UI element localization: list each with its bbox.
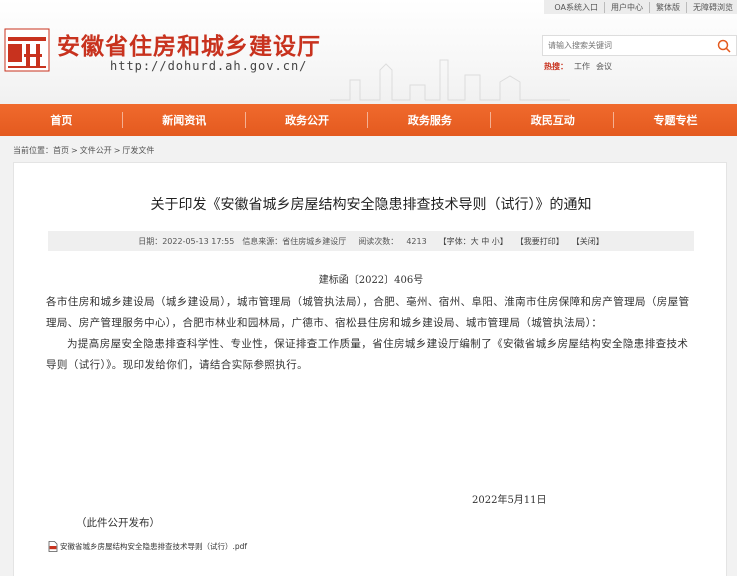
meta-source: 信息来源：省住房城乡建设厅 bbox=[242, 236, 347, 246]
font-size-control[interactable]: 【字体：大 中 小】 bbox=[439, 236, 508, 247]
issue-date: 2022年5月11日 bbox=[472, 495, 547, 506]
top-links: OA系统入口 用户中心 繁体版 无障碍浏览 bbox=[544, 0, 737, 14]
article-title: 关于印发《安徽省城乡房屋结构安全隐患排查技术导则（试行）》的通知 bbox=[150, 197, 592, 213]
close-button[interactable]: 【关闭】 bbox=[572, 236, 604, 247]
hot-search-item[interactable]: 工作 bbox=[574, 62, 590, 71]
attachment-name[interactable]: 安徽省城乡房屋结构安全隐患排查技术导则（试行）.pdf bbox=[60, 541, 247, 552]
article-panel: 关于印发《安徽省城乡房屋结构安全隐患排查技术导则（试行）》的通知 日期：2022… bbox=[13, 162, 727, 576]
user-center-link[interactable]: 用户中心 bbox=[605, 1, 650, 13]
attachment-link[interactable]: 安徽省城乡房屋结构安全隐患排查技术导则（试行）.pdf bbox=[48, 541, 247, 552]
document-number: 建标函〔2022〕406号 bbox=[318, 275, 424, 286]
site-url: http://dohurd.ah.gov.cn/ bbox=[110, 59, 308, 73]
article-body: 各市住房和城乡建设局（城乡建设局），城市管理局（城管执法局），合肥、亳州、宿州、… bbox=[46, 292, 698, 376]
breadcrumb-separator: > bbox=[71, 146, 78, 155]
nav-news[interactable]: 新闻资讯 bbox=[123, 104, 246, 136]
breadcrumb: 当前位置：首页 > 文件公开 > 厅发文件 bbox=[13, 145, 154, 156]
site-title[interactable]: 安徽省住房和城乡建设厅 bbox=[57, 27, 321, 61]
hot-search-label: 热搜： bbox=[544, 62, 568, 71]
search-icon[interactable] bbox=[717, 39, 731, 53]
article-meta: 日期：2022-05-13 17:55 信息来源：省住房城乡建设厅 阅读次数： 4… bbox=[48, 231, 694, 251]
nav-home[interactable]: 首页 bbox=[0, 104, 123, 136]
breadcrumb-department-files[interactable]: 厅发文件 bbox=[122, 146, 154, 155]
meta-views: 阅读次数： 4213 bbox=[354, 236, 430, 247]
print-button[interactable]: 【我要打印】 bbox=[516, 236, 564, 247]
breadcrumb-prefix: 当前位置： bbox=[13, 146, 53, 155]
breadcrumb-home[interactable]: 首页 bbox=[53, 146, 69, 155]
accessibility-link[interactable]: 无障碍浏览 bbox=[687, 2, 733, 13]
body-paragraph: 为提高房屋安全隐患排查科学性、专业性，保证排查工作质量，省住房城乡建设厅编制了《… bbox=[46, 338, 689, 371]
nav-government-services[interactable]: 政务服务 bbox=[368, 104, 492, 136]
traditional-chinese-link[interactable]: 繁体版 bbox=[650, 1, 687, 13]
site-logo[interactable] bbox=[4, 28, 50, 72]
search-input[interactable] bbox=[543, 41, 711, 50]
pdf-file-icon bbox=[48, 541, 58, 552]
site-header: 安徽省住房和城乡建设厅 http://dohurd.ah.gov.cn/ 热搜：… bbox=[0, 0, 737, 104]
recipients-paragraph: 各市住房和城乡建设局（城乡建设局），城市管理局（城管执法局），合肥、亳州、宿州、… bbox=[46, 296, 690, 329]
main-nav: 首页 新闻资讯 政务公开 政务服务 政民互动 专题专栏 bbox=[0, 104, 737, 136]
hot-search-item[interactable]: 会议 bbox=[596, 62, 612, 71]
skyline-decoration bbox=[330, 59, 570, 101]
oa-link[interactable]: OA系统入口 bbox=[548, 1, 605, 13]
meta-views-label: 阅读次数： bbox=[358, 236, 399, 246]
breadcrumb-files[interactable]: 文件公开 bbox=[80, 146, 112, 155]
nav-special-topics[interactable]: 专题专栏 bbox=[614, 104, 737, 136]
publish-note: （此件公开发布） bbox=[76, 517, 160, 529]
hot-search: 热搜： 工作 会议 bbox=[544, 61, 612, 72]
nav-interaction[interactable]: 政民互动 bbox=[491, 104, 614, 136]
meta-views-count: 4213 bbox=[406, 236, 427, 246]
meta-date: 日期：2022-05-13 17:55 bbox=[138, 236, 235, 246]
nav-government-affairs[interactable]: 政务公开 bbox=[246, 104, 369, 136]
search-box bbox=[542, 35, 737, 56]
breadcrumb-separator: > bbox=[113, 146, 121, 155]
